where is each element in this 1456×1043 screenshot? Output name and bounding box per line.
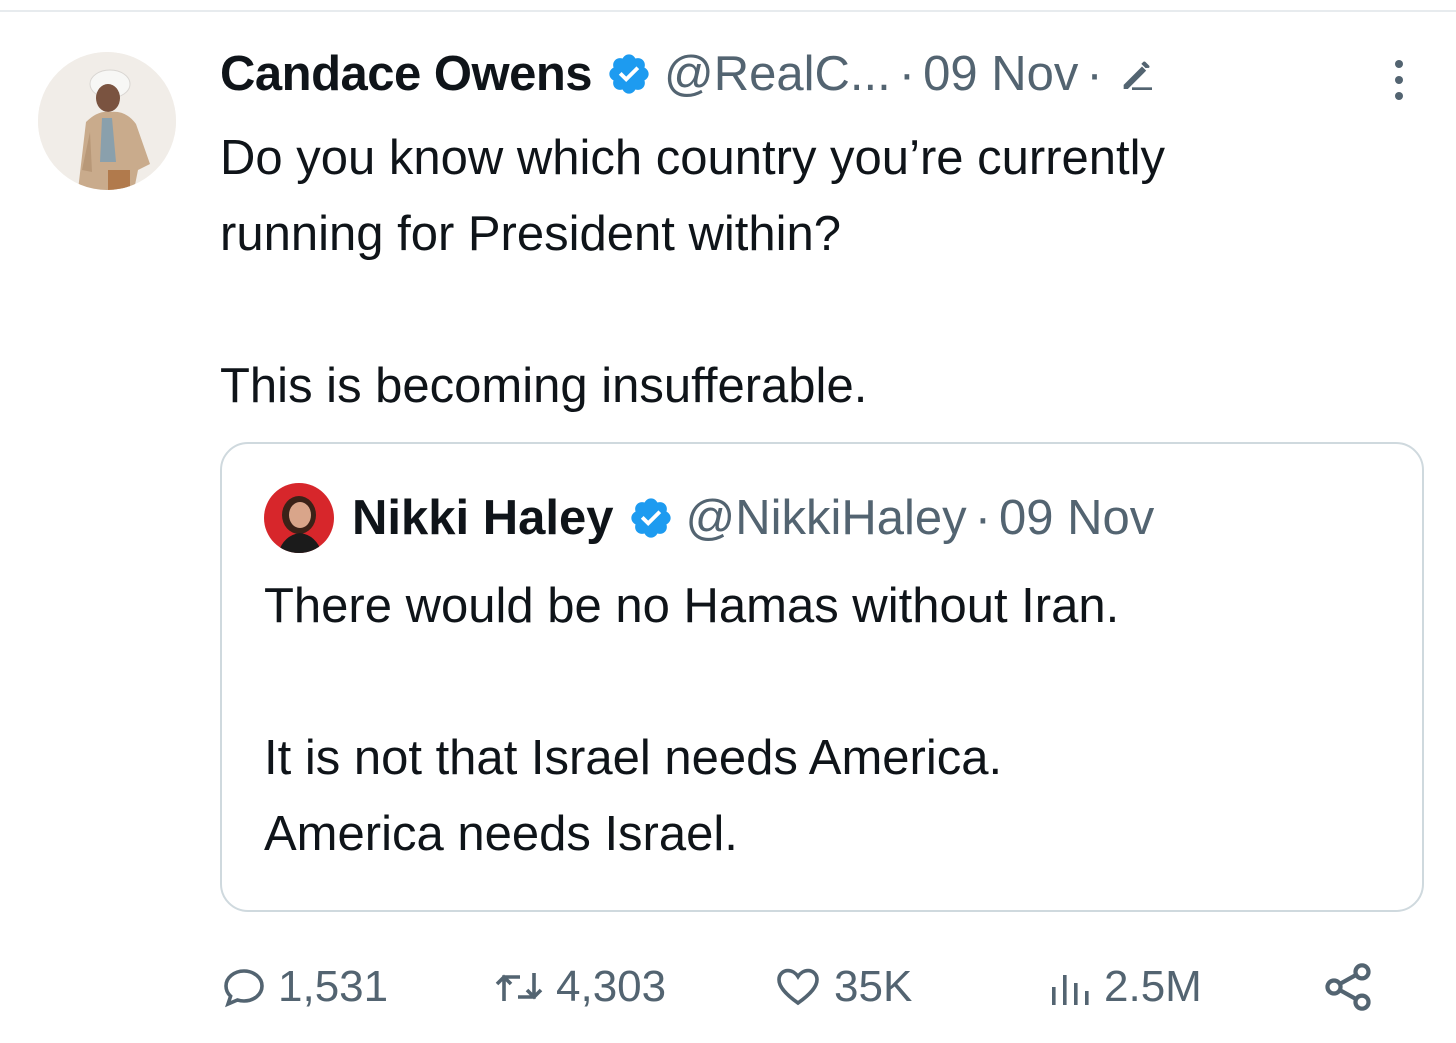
top-divider: [0, 10, 1456, 12]
author-handle[interactable]: @RealC...: [664, 46, 891, 102]
quoted-author-avatar[interactable]: [264, 483, 334, 553]
tweet-text: Do you know which country you’re current…: [220, 120, 1420, 424]
quoted-tweet-date[interactable]: 09 Nov: [999, 490, 1154, 546]
reply-count: 1,531: [278, 962, 389, 1011]
view-count: 2.5M: [1104, 962, 1202, 1011]
share-button[interactable]: [1320, 954, 1386, 1020]
like-count: 35K: [834, 962, 913, 1011]
quoted-text-line: America needs Israel.: [264, 807, 738, 861]
tweet-text-line: Do you know which country you’re current…: [220, 131, 1166, 185]
reply-button[interactable]: 1,531: [220, 954, 388, 1020]
quoted-tweet-card[interactable]: Nikki Haley @NikkiHaley · 09 Nov There w…: [220, 442, 1424, 912]
separator: ·: [898, 47, 916, 101]
like-icon: [777, 968, 819, 1006]
repost-icon: [495, 973, 543, 1001]
author-avatar[interactable]: [38, 52, 176, 190]
tweet-header: Candace Owens @RealC... · 09 Nov ·: [220, 44, 1157, 104]
more-icon[interactable]: [1384, 56, 1414, 106]
like-button[interactable]: 35K: [772, 954, 912, 1020]
tweet-date[interactable]: 09 Nov: [923, 46, 1078, 102]
views-button[interactable]: 2.5M: [1046, 954, 1202, 1020]
tweet-text-line: running for President within?: [220, 207, 842, 261]
repost-button[interactable]: 4,303: [492, 954, 666, 1020]
tweet-text-line: This is becoming insufferable.: [220, 359, 868, 413]
quoted-text-line: It is not that Israel needs America.: [264, 731, 1003, 785]
separator: ·: [974, 491, 992, 545]
action-bar: 1,531 4,303 35K 2.5M: [220, 954, 1390, 1024]
quoted-author-name[interactable]: Nikki Haley: [352, 490, 614, 546]
quoted-tweet-header: Nikki Haley @NikkiHaley · 09 Nov: [264, 483, 1154, 553]
share-icon: [1325, 963, 1371, 1011]
views-icon: [1052, 975, 1089, 1005]
repost-count: 4,303: [556, 962, 667, 1011]
verified-badge-icon: [630, 498, 671, 538]
quoted-text-line: There would be no Hamas without Iran.: [264, 579, 1120, 633]
edit-icon[interactable]: [1117, 54, 1157, 94]
author-name[interactable]: Candace Owens: [220, 46, 593, 102]
verified-badge-icon: [609, 54, 649, 94]
reply-icon: [224, 969, 264, 1008]
quoted-author-handle[interactable]: @NikkiHaley: [686, 490, 967, 546]
quoted-tweet-text: There would be no Hamas without Iran. It…: [264, 568, 1384, 872]
separator: ·: [1086, 47, 1103, 101]
